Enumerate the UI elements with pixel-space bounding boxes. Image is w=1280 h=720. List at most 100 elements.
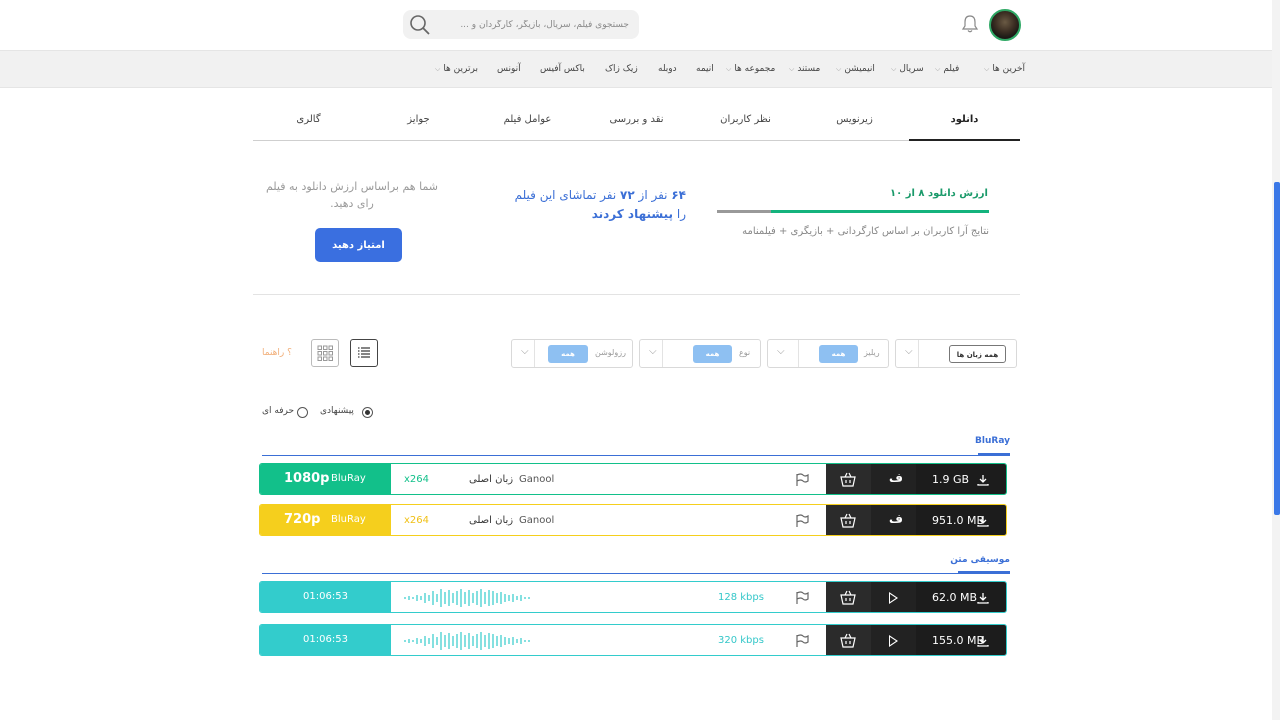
tab-cast[interactable]: عوامل فیلم xyxy=(473,100,582,141)
nav-item-series[interactable]: سریال⌵ xyxy=(891,64,924,74)
quality-badge: 720p BluRay xyxy=(260,505,391,535)
filter-type-label: نوع xyxy=(739,348,751,357)
radio-suggested[interactable] xyxy=(362,407,373,418)
report-flag-icon[interactable] xyxy=(794,633,810,649)
nav-item-anime[interactable]: انیمه xyxy=(696,64,714,74)
row-details: 320 kbps xyxy=(391,625,826,655)
nav-item-zigzag[interactable]: زیک زاک xyxy=(605,64,638,74)
tab-awards[interactable]: جوایز xyxy=(364,100,473,141)
tab-subtitle[interactable]: زیرنویس xyxy=(800,100,909,141)
add-to-basket-button[interactable] xyxy=(826,505,871,535)
divider xyxy=(253,294,1020,295)
release-label: Ganool xyxy=(519,515,555,526)
suggest-count: ۶۴ xyxy=(671,188,686,202)
report-flag-icon[interactable] xyxy=(794,472,810,488)
bell-icon[interactable] xyxy=(960,14,980,34)
radio-suggested-label[interactable]: پیشنهادی xyxy=(320,406,354,416)
play-button[interactable] xyxy=(871,625,916,655)
vote-prompt: شما هم براساس ارزش دانلود به فیلم رای ده… xyxy=(265,180,439,210)
filter-type[interactable]: نوع همه ⌵ xyxy=(639,339,761,368)
filter-language[interactable]: همه زبان ها ⌵ xyxy=(895,339,1017,368)
add-to-basket-button[interactable] xyxy=(826,582,871,612)
radio-professional[interactable] xyxy=(297,407,308,418)
quality-badge: 1080p BluRay xyxy=(260,464,391,494)
section-title-bluray: BluRay xyxy=(975,436,1010,446)
help-link[interactable]: ؟ راهنما xyxy=(262,348,292,358)
nav-item-documentary[interactable]: مستند⌵ xyxy=(789,64,820,74)
list-view-icon[interactable] xyxy=(350,339,378,367)
waveform-icon xyxy=(404,632,530,650)
add-to-basket-button[interactable] xyxy=(826,625,871,655)
nav-item-trailer[interactable]: آنونس xyxy=(497,64,521,74)
download-button[interactable]: 951.0 MB xyxy=(916,505,1006,535)
duration-badge: 01:06:53 xyxy=(260,582,391,612)
nav-item-movie[interactable]: فیلم⌵ xyxy=(935,64,959,74)
language-label: زبان اصلی xyxy=(469,474,514,485)
rating-subtitle: نتایج آرا کاربران بر اساس کارگردانی + با… xyxy=(742,226,989,237)
nav-item-animation[interactable]: انیمیشن⌵ xyxy=(836,64,875,74)
download-icon xyxy=(977,475,989,486)
file-size: 62.0 MB xyxy=(932,591,978,604)
rating-bar xyxy=(717,210,989,213)
top-header xyxy=(0,0,1280,50)
add-to-basket-button[interactable] xyxy=(826,464,871,494)
tab-gallery[interactable]: گالری xyxy=(253,100,364,141)
report-flag-icon[interactable] xyxy=(794,513,810,529)
rate-button[interactable]: امتیاز دهید xyxy=(315,228,402,262)
waveform-icon xyxy=(404,589,530,607)
basket-icon xyxy=(840,590,856,605)
bitrate-label: 128 kbps xyxy=(718,592,764,603)
radio-professional-label[interactable]: حرفه ای xyxy=(262,406,294,416)
codec-label: x264 xyxy=(404,474,430,485)
soundtrack-row[interactable]: 01:06:53 128 kbps 62.0 MB xyxy=(259,581,1007,613)
scrollbar-thumb[interactable] xyxy=(1274,182,1280,515)
duration-label: 01:06:53 xyxy=(303,591,348,602)
filter-release-value: همه xyxy=(819,345,858,363)
download-row[interactable]: 1080p BluRay x264 زبان اصلی Ganool ف 1.9… xyxy=(259,463,1007,495)
nav-item-boxoffice[interactable]: باکس آفیس xyxy=(540,64,585,74)
filter-resolution[interactable]: رزولوشن همه ⌵ xyxy=(511,339,633,368)
download-button[interactable]: 155.0 MB xyxy=(916,625,1006,655)
main-nav: آخرین ها⌵ فیلم⌵ سریال⌵ انیمیشن⌵ مستند⌵ م… xyxy=(0,50,1272,88)
soundtrack-row[interactable]: 01:06:53 320 kbps 155.0 MB xyxy=(259,624,1007,656)
row-details: x264 زبان اصلی Ganool xyxy=(391,505,826,535)
report-flag-icon[interactable] xyxy=(794,590,810,606)
filter-release[interactable]: ریلیز همه ⌵ xyxy=(767,339,889,368)
nav-item-latest[interactable]: آخرین ها⌵ xyxy=(984,64,1025,74)
chevron-down-icon: ⌵ xyxy=(649,346,657,357)
tab-review[interactable]: نقد و بررسی xyxy=(582,100,691,141)
language-label: زبان اصلی xyxy=(469,515,514,526)
chevron-down-icon: ⌵ xyxy=(521,346,529,357)
play-button[interactable] xyxy=(871,582,916,612)
codec-label: x264 xyxy=(404,515,430,526)
help-label: راهنما xyxy=(262,348,285,358)
filter-release-label: ریلیز xyxy=(864,348,880,357)
download-button[interactable]: 1.9 GB xyxy=(916,464,1006,494)
nav-item-top[interactable]: برترین ها⌵ xyxy=(435,64,478,74)
nav-item-dubbed[interactable]: دوبله xyxy=(658,64,677,74)
search-input[interactable] xyxy=(439,10,629,39)
nav-item-collections[interactable]: مجموعه ها⌵ xyxy=(726,64,775,74)
download-row[interactable]: 720p BluRay x264 زبان اصلی Ganool ف 951.… xyxy=(259,504,1007,536)
chevron-down-icon: ⌵ xyxy=(777,346,785,357)
question-icon: ؟ xyxy=(284,348,292,358)
quality-label: 1080p xyxy=(284,471,330,486)
grid-view-icon[interactable] xyxy=(311,339,339,367)
section-title-soundtrack: موسیقی متن xyxy=(950,555,1010,565)
suggestion-summary: ۶۴ نفر از ۷۲ نفر تماشای این فیلم را پیشن… xyxy=(470,186,686,224)
tab-user-comments[interactable]: نظر کاربران xyxy=(691,100,800,141)
download-button[interactable]: 62.0 MB xyxy=(916,582,1006,612)
subtitle-label: ف xyxy=(889,471,903,485)
download-icon xyxy=(977,516,989,527)
play-icon xyxy=(889,635,898,647)
subtitle-button[interactable]: ف xyxy=(871,464,916,494)
search-box[interactable] xyxy=(403,10,639,39)
source-label: BluRay xyxy=(331,514,366,525)
tab-download[interactable]: دانلود xyxy=(909,100,1020,141)
duration-badge: 01:06:53 xyxy=(260,625,391,655)
avatar[interactable] xyxy=(989,9,1021,41)
bitrate-label: 320 kbps xyxy=(718,635,764,646)
search-icon[interactable] xyxy=(409,14,431,36)
subtitle-button[interactable]: ف xyxy=(871,505,916,535)
release-label: Ganool xyxy=(519,474,555,485)
